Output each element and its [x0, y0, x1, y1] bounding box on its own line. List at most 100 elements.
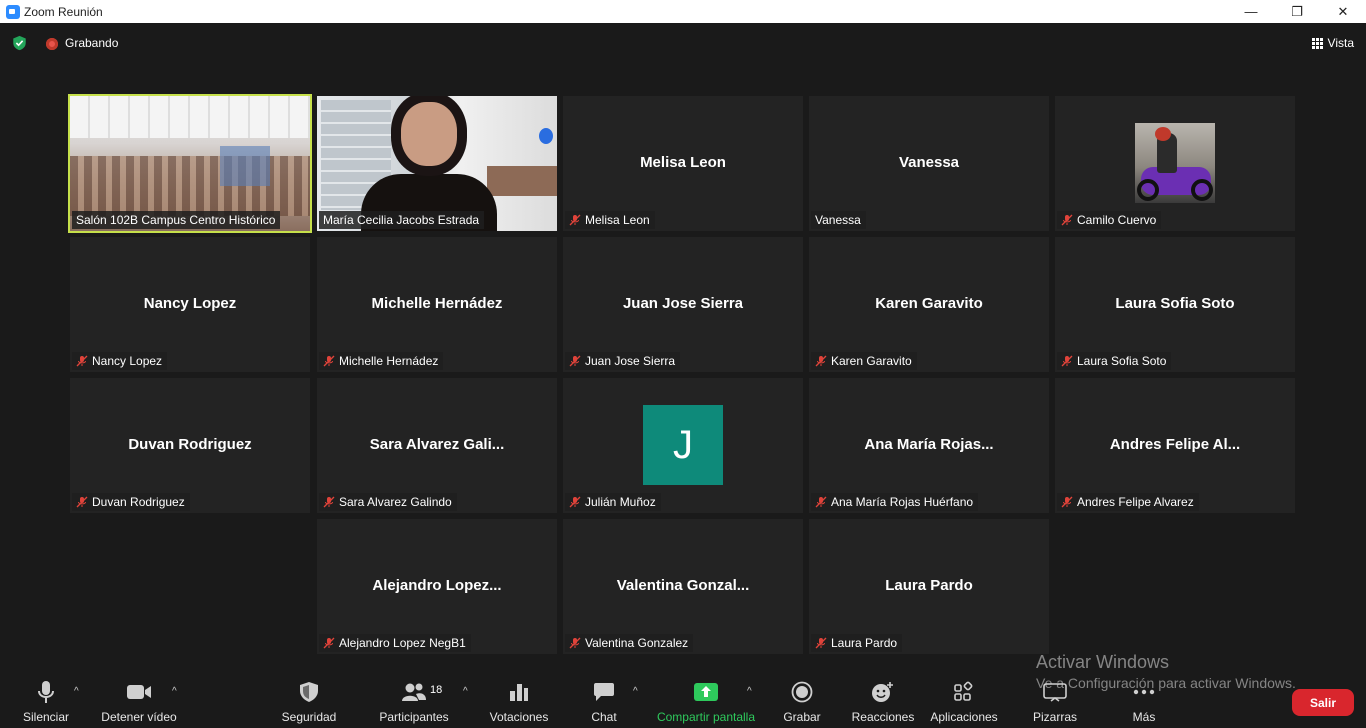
video-options-caret[interactable]: ^: [172, 686, 177, 697]
apps-button[interactable]: Aplicaciones: [928, 664, 1000, 728]
view-label: Vista: [1327, 36, 1354, 50]
video-camera-icon: [126, 680, 152, 704]
more-ellipsis-icon: [1133, 680, 1155, 704]
participant-center-name: Duvan Rodriguez: [128, 436, 252, 453]
participant-tile[interactable]: María Cecilia Jacobs Estrada: [317, 96, 557, 231]
mic-muted-icon: [815, 496, 827, 508]
participant-name-label: Ana María Rojas Huérfano: [811, 493, 979, 511]
participant-tile[interactable]: Vanessa Vanessa: [809, 96, 1049, 231]
chat-button[interactable]: Chat: [586, 664, 622, 728]
mic-muted-icon: [1061, 214, 1073, 226]
stop-video-button[interactable]: Detener vídeo: [96, 664, 182, 728]
mic-muted-icon: [569, 355, 581, 367]
participant-tile[interactable]: Camilo Cuervo: [1055, 96, 1295, 231]
mic-muted-icon: [323, 496, 335, 508]
mic-muted-icon: [323, 355, 335, 367]
mic-muted-icon: [76, 496, 88, 508]
record-button[interactable]: Grabar: [780, 664, 824, 728]
mic-muted-icon: [569, 496, 581, 508]
participant-tile[interactable]: Duvan Rodriguez Duvan Rodriguez: [70, 378, 310, 513]
grid-view-icon: [1311, 37, 1323, 49]
recording-indicator-icon[interactable]: [46, 38, 58, 50]
title-bar: Zoom Reunión — ❐ ✕: [0, 0, 1366, 23]
participant-center-name: Juan Jose Sierra: [622, 295, 744, 312]
participants-options-caret[interactable]: ^: [463, 686, 468, 697]
zoom-app-icon: [6, 4, 20, 19]
security-button[interactable]: Seguridad: [276, 664, 342, 728]
leave-meeting-button[interactable]: Salir: [1292, 689, 1354, 716]
mic-muted-icon: [76, 355, 88, 367]
participants-icon: [401, 680, 427, 704]
mic-muted-icon: [569, 637, 581, 649]
restore-button[interactable]: ❐: [1274, 0, 1320, 23]
view-button[interactable]: Vista: [1311, 31, 1354, 55]
participant-name-label: Michelle Hernádez: [319, 352, 444, 370]
mic-muted-icon: [815, 355, 827, 367]
participant-name-label: Camilo Cuervo: [1057, 211, 1162, 229]
participant-name-label: Karen Garavito: [811, 352, 917, 370]
mic-muted-icon: [1061, 496, 1073, 508]
share-screen-button[interactable]: Compartir pantalla: [655, 664, 757, 728]
participant-name-label: Laura Pardo: [811, 634, 903, 652]
profile-photo: [1135, 123, 1215, 203]
participant-tile[interactable]: Nancy Lopez Nancy Lopez: [70, 237, 310, 372]
participant-initial-avatar: J: [643, 405, 723, 485]
microphone-icon: [37, 680, 55, 704]
mic-muted-icon: [323, 637, 335, 649]
whiteboards-button[interactable]: Pizarras: [1030, 664, 1080, 728]
participant-tile[interactable]: Salón 102B Campus Centro Histórico: [70, 96, 310, 231]
participant-center-name: Melisa Leon: [640, 154, 726, 171]
mute-button[interactable]: Silenciar: [18, 664, 74, 728]
participant-name-label: Nancy Lopez: [72, 352, 168, 370]
apps-icon: [953, 680, 975, 704]
participant-tile[interactable]: Andres Felipe Al... Andres Felipe Alvare…: [1055, 378, 1295, 513]
mute-options-caret[interactable]: ^: [74, 686, 79, 697]
chat-bubble-icon: [593, 680, 615, 704]
participant-name-label: Laura Sofia Soto: [1057, 352, 1172, 370]
share-options-caret[interactable]: ^: [747, 686, 752, 697]
participant-name-label: Melisa Leon: [565, 211, 655, 229]
mic-muted-icon: [815, 637, 827, 649]
window-controls: — ❐ ✕: [1228, 0, 1366, 23]
meeting-toolbar: Silenciar ^ Detener vídeo ^ Seguridad Pa…: [0, 664, 1366, 728]
participant-name-label: Salón 102B Campus Centro Histórico: [72, 211, 281, 229]
more-button[interactable]: Más: [1124, 664, 1164, 728]
participant-tile[interactable]: Sara Alvarez Gali... Sara Alvarez Galind…: [317, 378, 557, 513]
participant-tile[interactable]: Ana María Rojas... Ana María Rojas Huérf…: [809, 378, 1049, 513]
participant-name-label: María Cecilia Jacobs Estrada: [319, 211, 485, 229]
chat-options-caret[interactable]: ^: [633, 686, 638, 697]
participant-center-name: Valentina Gonzal...: [616, 577, 750, 594]
participant-name-label: Julián Muñoz: [565, 493, 661, 511]
whiteboard-icon: [1043, 680, 1067, 704]
participant-center-name: Laura Sofia Soto: [1115, 295, 1235, 312]
participant-tile[interactable]: Michelle Hernádez Michelle Hernádez: [317, 237, 557, 372]
participant-tile[interactable]: Laura Pardo Laura Pardo: [809, 519, 1049, 654]
participant-tile[interactable]: Melisa Leon Melisa Leon: [563, 96, 803, 231]
share-screen-arrow-icon: [693, 680, 719, 704]
participant-tile[interactable]: J Julián Muñoz: [563, 378, 803, 513]
polls-bar-chart-icon: [509, 680, 529, 704]
participant-center-name: Ana María Rojas...: [864, 436, 994, 453]
participant-tile[interactable]: Juan Jose Sierra Juan Jose Sierra: [563, 237, 803, 372]
polls-button[interactable]: Votaciones: [488, 664, 550, 728]
close-button[interactable]: ✕: [1320, 0, 1366, 23]
participant-center-name: Laura Pardo: [885, 577, 973, 594]
encryption-shield-icon[interactable]: [12, 35, 27, 51]
participant-tile[interactable]: Alejandro Lopez... Alejandro Lopez NegB1: [317, 519, 557, 654]
participant-name-label: Sara Alvarez Galindo: [319, 493, 457, 511]
minimize-button[interactable]: —: [1228, 0, 1274, 23]
participants-button[interactable]: Participantes: [378, 664, 450, 728]
recording-label: Grabando: [65, 36, 119, 50]
participant-center-name: Andres Felipe Al...: [1109, 436, 1241, 453]
participant-name-label: Vanessa: [811, 211, 866, 229]
participant-tile[interactable]: Valentina Gonzal... Valentina Gonzalez: [563, 519, 803, 654]
record-icon: [791, 680, 813, 704]
participant-tile[interactable]: Karen Garavito Karen Garavito: [809, 237, 1049, 372]
participant-tile[interactable]: Laura Sofia Soto Laura Sofia Soto: [1055, 237, 1295, 372]
participant-center-name: Vanessa: [898, 154, 960, 171]
reactions-button[interactable]: Reacciones: [850, 664, 916, 728]
mic-muted-icon: [1061, 355, 1073, 367]
meeting-top-bar: Grabando Vista: [0, 23, 1366, 63]
participant-name-label: Andres Felipe Alvarez: [1057, 493, 1199, 511]
participant-center-name: Alejandro Lopez...: [372, 577, 502, 594]
